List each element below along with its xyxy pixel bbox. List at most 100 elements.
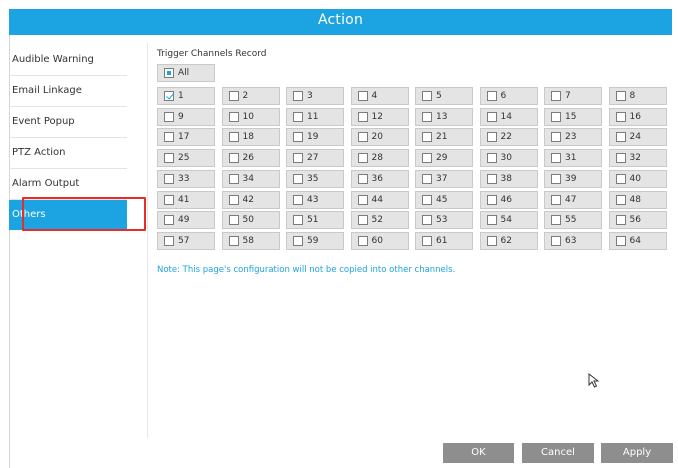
checkbox-icon[interactable]	[486, 91, 497, 101]
checkbox-icon[interactable]	[615, 111, 626, 122]
ok-button[interactable]: OK	[443, 443, 514, 463]
channel-checkbox-cell[interactable]: 20	[350, 128, 409, 147]
checkbox-partial-icon[interactable]	[164, 68, 174, 78]
checkbox-icon[interactable]	[164, 235, 174, 246]
channel-checkbox-cell[interactable]: 11	[286, 107, 344, 126]
channel-checkbox-cell[interactable]: 45	[415, 190, 473, 209]
checkbox-icon[interactable]	[357, 173, 368, 184]
channel-checkbox-cell[interactable]: 42	[221, 190, 280, 209]
channel-checkbox-cell[interactable]: 63	[544, 231, 602, 250]
channel-checkbox-cell[interactable]: 49	[157, 211, 215, 230]
channel-checkbox-cell[interactable]: 26	[221, 149, 280, 168]
checkbox-icon[interactable]	[486, 235, 497, 246]
checkbox-icon[interactable]	[357, 153, 368, 164]
checkbox-icon[interactable]	[422, 91, 432, 101]
checkbox-icon[interactable]	[228, 215, 239, 226]
checkbox-icon[interactable]	[228, 173, 239, 184]
checkbox-icon[interactable]	[228, 235, 239, 246]
channel-checkbox-cell[interactable]: 18	[221, 128, 280, 147]
checkbox-icon[interactable]	[551, 153, 561, 164]
checkbox-icon[interactable]	[615, 194, 626, 205]
channel-checkbox-cell[interactable]: 3	[286, 87, 344, 105]
channel-checkbox-cell[interactable]: 47	[544, 190, 602, 209]
sidebar-item-audible-warning[interactable]: Audible Warning	[9, 45, 127, 76]
channel-checkbox-cell[interactable]: 44	[350, 190, 409, 209]
channel-checkbox-cell[interactable]: 30	[479, 149, 538, 168]
checkbox-icon[interactable]	[164, 111, 174, 122]
channel-checkbox-cell[interactable]: 56	[608, 211, 667, 230]
checkbox-icon[interactable]	[551, 194, 561, 205]
checkbox-icon[interactable]	[164, 173, 174, 184]
channel-checkbox-cell[interactable]: 6	[479, 87, 538, 105]
channel-checkbox-cell[interactable]: 39	[544, 169, 602, 188]
sidebar-item-event-popup[interactable]: Event Popup	[9, 107, 127, 138]
cancel-button[interactable]: Cancel	[522, 443, 594, 463]
checkbox-icon[interactable]	[486, 173, 497, 184]
channel-checkbox-cell[interactable]: 23	[544, 128, 602, 147]
checkbox-icon[interactable]	[228, 91, 239, 101]
checkbox-icon[interactable]	[615, 132, 626, 143]
checkbox-icon[interactable]	[551, 235, 561, 246]
channel-checkbox-cell[interactable]: 21	[415, 128, 473, 147]
checkbox-icon[interactable]	[486, 215, 497, 226]
checkbox-icon[interactable]	[422, 194, 432, 205]
checkbox-icon[interactable]	[615, 153, 626, 164]
checkbox-icon[interactable]	[486, 194, 497, 205]
checkbox-icon[interactable]	[422, 111, 432, 122]
channel-checkbox-cell[interactable]: 2	[221, 87, 280, 105]
channel-checkbox-cell[interactable]: 29	[415, 149, 473, 168]
checkbox-icon[interactable]	[551, 111, 561, 122]
checkbox-icon[interactable]	[357, 215, 368, 226]
channel-checkbox-cell[interactable]: 52	[350, 211, 409, 230]
checkbox-icon[interactable]	[551, 215, 561, 226]
checkbox-icon[interactable]	[486, 111, 497, 122]
checkbox-icon[interactable]	[228, 111, 239, 122]
channel-checkbox-cell[interactable]: 33	[157, 169, 215, 188]
checkbox-icon[interactable]	[293, 132, 303, 143]
sidebar-item-email-linkage[interactable]: Email Linkage	[9, 76, 127, 107]
channel-checkbox-cell[interactable]: 48	[608, 190, 667, 209]
channel-checkbox-cell[interactable]: 13	[415, 107, 473, 126]
channel-checkbox-cell[interactable]: 62	[479, 231, 538, 250]
checkbox-icon[interactable]	[551, 132, 561, 143]
channel-checkbox-cell[interactable]: 14	[479, 107, 538, 126]
channel-checkbox-cell[interactable]: 27	[286, 149, 344, 168]
checkbox-icon[interactable]	[357, 235, 368, 246]
checkbox-icon[interactable]	[422, 215, 432, 226]
channel-checkbox-cell[interactable]: 60	[350, 231, 409, 250]
checkbox-checked-icon[interactable]	[164, 91, 174, 101]
checkbox-icon[interactable]	[615, 173, 626, 184]
checkbox-icon[interactable]	[164, 153, 174, 164]
checkbox-icon[interactable]	[422, 153, 432, 164]
checkbox-icon[interactable]	[228, 153, 239, 164]
checkbox-icon[interactable]	[164, 132, 174, 143]
channel-checkbox-cell[interactable]: 17	[157, 128, 215, 147]
channel-checkbox-cell[interactable]: 61	[415, 231, 473, 250]
channel-checkbox-cell[interactable]: 40	[608, 169, 667, 188]
checkbox-icon[interactable]	[486, 132, 497, 143]
channel-checkbox-cell[interactable]: 32	[608, 149, 667, 168]
channel-checkbox-cell[interactable]: 36	[350, 169, 409, 188]
all-channels-checkbox[interactable]: All	[157, 64, 215, 82]
channel-checkbox-cell[interactable]: 59	[286, 231, 344, 250]
channel-checkbox-cell[interactable]: 46	[479, 190, 538, 209]
checkbox-icon[interactable]	[357, 194, 368, 205]
checkbox-icon[interactable]	[293, 173, 303, 184]
channel-checkbox-cell[interactable]: 12	[350, 107, 409, 126]
checkbox-icon[interactable]	[615, 235, 626, 246]
sidebar-item-alarm-output[interactable]: Alarm Output	[9, 169, 127, 200]
channel-checkbox-cell[interactable]: 7	[544, 87, 602, 105]
checkbox-icon[interactable]	[164, 194, 174, 205]
channel-checkbox-cell[interactable]: 15	[544, 107, 602, 126]
channel-checkbox-cell[interactable]: 34	[221, 169, 280, 188]
channel-checkbox-cell[interactable]: 58	[221, 231, 280, 250]
checkbox-icon[interactable]	[357, 111, 368, 122]
channel-checkbox-cell[interactable]: 25	[157, 149, 215, 168]
checkbox-icon[interactable]	[357, 91, 368, 101]
sidebar-item-ptz-action[interactable]: PTZ Action	[9, 138, 127, 169]
checkbox-icon[interactable]	[293, 153, 303, 164]
channel-checkbox-cell[interactable]: 1	[157, 87, 215, 105]
checkbox-icon[interactable]	[615, 215, 626, 226]
channel-checkbox-cell[interactable]: 28	[350, 149, 409, 168]
checkbox-icon[interactable]	[293, 111, 303, 122]
